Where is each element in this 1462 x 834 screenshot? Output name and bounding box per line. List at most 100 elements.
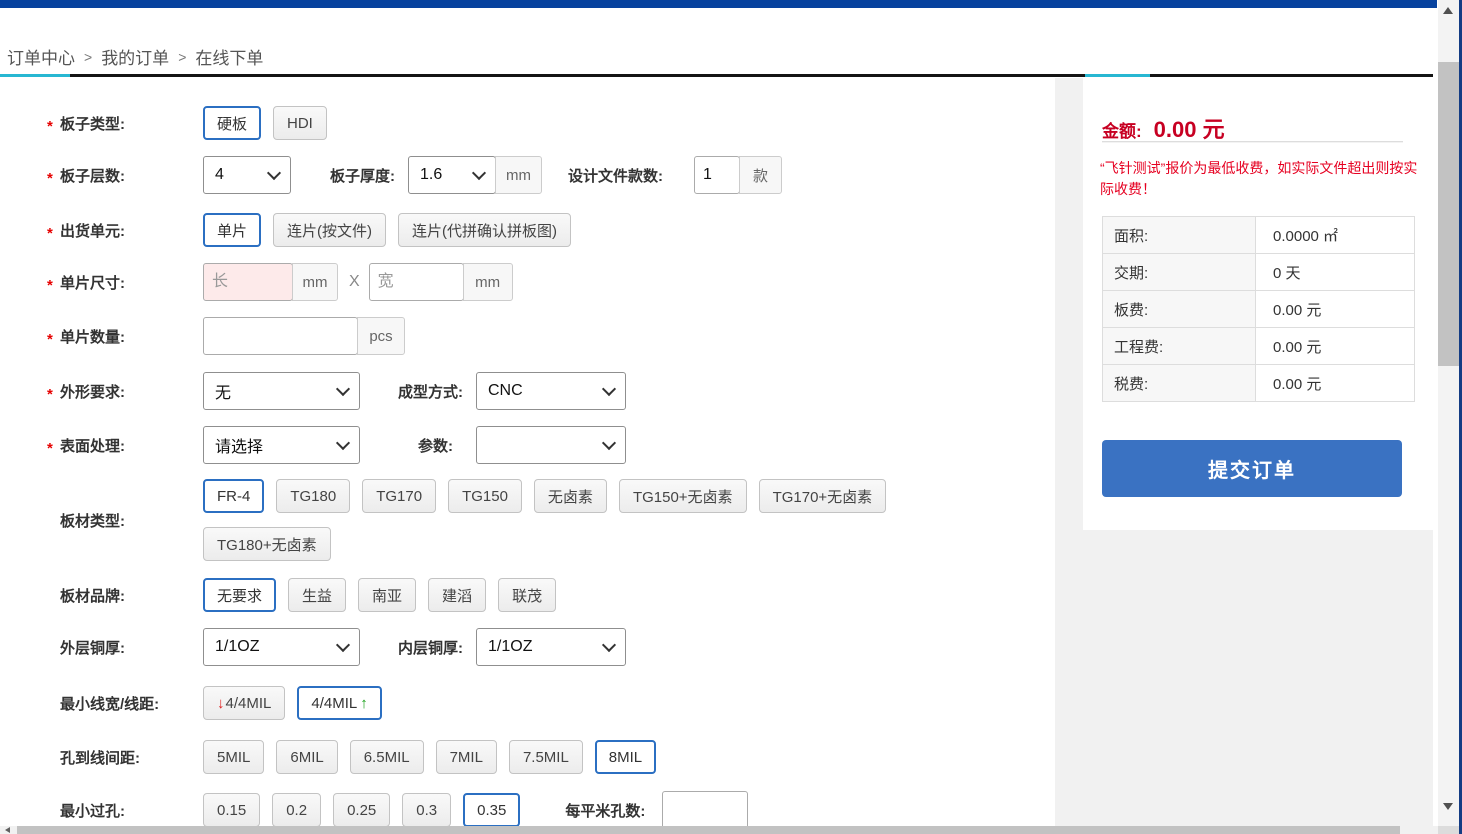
ship-unit-label: * 出货单元: <box>47 220 203 241</box>
min-via-option-025[interactable]: 0.25 <box>333 793 390 827</box>
required-marker: * <box>47 225 60 242</box>
row-surface: * 表面处理: 请选择 参数: <box>47 426 626 464</box>
material-type-option-tg180[interactable]: TG180 <box>276 479 350 513</box>
row-board-type: * 板子类型: 硬板 HDI <box>47 104 339 142</box>
min-trace-option-below[interactable]: ↓ 4/4MIL <box>203 686 285 720</box>
layers-select[interactable]: 4 <box>203 156 291 194</box>
material-type-option-tg170-halogen-free[interactable]: TG170+无卤素 <box>759 479 887 513</box>
row-piece-qty: * 单片数量: pcs <box>47 317 405 355</box>
material-type-label: * 板材类型: <box>47 510 203 531</box>
forming-select[interactable]: CNC <box>476 372 626 410</box>
required-marker: * <box>47 170 60 187</box>
piece-qty-unit: pcs <box>357 317 405 355</box>
piece-qty-label: * 单片数量: <box>47 326 203 347</box>
brand-option-shengyi[interactable]: 生益 <box>288 578 346 612</box>
thickness-label: 板子厚度: <box>330 165 395 186</box>
surface-label: * 表面处理: <box>47 435 203 456</box>
board-type-option-hdi[interactable]: HDI <box>273 106 327 140</box>
brand-option-nanya[interactable]: 南亚 <box>358 578 416 612</box>
brand-option-iteq[interactable]: 联茂 <box>498 578 556 612</box>
row-min-trace: * 最小线宽/线距: ↓ 4/4MIL 4/4MIL ↑ <box>47 684 394 722</box>
scroll-down-arrow-icon[interactable] <box>1443 803 1453 810</box>
chevron-down-icon <box>336 436 350 450</box>
min-via-option-035[interactable]: 0.35 <box>463 793 520 827</box>
material-type-option-tg170[interactable]: TG170 <box>362 479 436 513</box>
material-type-option-halogen-free[interactable]: 无卤素 <box>534 479 607 513</box>
hole-to-line-option-6mil[interactable]: 6MIL <box>276 740 337 774</box>
submit-order-button[interactable]: 提交订单 <box>1102 440 1402 497</box>
vertical-scrollbar[interactable] <box>1438 0 1459 826</box>
min-via-option-015[interactable]: 0.15 <box>203 793 260 827</box>
required-marker: * <box>47 331 60 348</box>
chevron-down-icon <box>336 638 350 652</box>
forming-label: 成型方式: <box>398 381 463 402</box>
design-file-count-unit: 款 <box>739 156 782 194</box>
inner-copper-select[interactable]: 1/1OZ <box>476 628 626 666</box>
surface-param-select[interactable] <box>476 426 626 464</box>
hole-to-line-option-7mil[interactable]: 7MIL <box>436 740 497 774</box>
breadcrumb-separator: > <box>84 49 92 65</box>
required-marker: * <box>47 277 60 294</box>
row-material-type-line2: TG180+无卤素 <box>203 525 343 563</box>
outline-select[interactable]: 无 <box>203 372 360 410</box>
outer-copper-label: * 外层铜厚: <box>47 637 203 658</box>
min-via-option-02[interactable]: 0.2 <box>272 793 321 827</box>
amount-label: 金额: <box>1102 117 1142 142</box>
table-row-board-fee: 板费: 0.00 元 <box>1103 291 1415 328</box>
active-tab-indicator-left <box>0 74 70 77</box>
vertical-scrollbar-thumb[interactable] <box>1438 62 1459 366</box>
hole-to-line-option-8mil[interactable]: 8MIL <box>595 740 656 774</box>
surface-param-label: 参数: <box>418 435 453 456</box>
table-row-leadtime: 交期: 0 天 <box>1103 254 1415 291</box>
piece-length-input[interactable] <box>203 263 293 301</box>
price-summary-table: 面积: 0.0000 ㎡ 交期: 0 天 板费: 0.00 元 工程费: 0.0… <box>1102 216 1415 402</box>
table-row-tax: 税费: 0.00 元 <box>1103 365 1415 402</box>
hole-to-line-option-6p5mil[interactable]: 6.5MIL <box>350 740 424 774</box>
min-via-option-03[interactable]: 0.3 <box>402 793 451 827</box>
material-type-option-fr4[interactable]: FR-4 <box>203 479 264 513</box>
scroll-left-arrow-icon[interactable] <box>5 827 10 833</box>
outer-copper-select[interactable]: 1/1OZ <box>203 628 360 666</box>
required-marker: * <box>47 118 60 135</box>
breadcrumb-online-order: 在线下单 <box>195 44 263 69</box>
row-copper: * 外层铜厚: 1/1OZ 内层铜厚: 1/1OZ <box>47 628 626 666</box>
surface-select[interactable]: 请选择 <box>203 426 360 464</box>
ship-unit-option-single[interactable]: 单片 <box>203 213 261 247</box>
hole-to-line-option-5mil[interactable]: 5MIL <box>203 740 264 774</box>
active-tab-indicator-right <box>1085 74 1150 77</box>
holes-per-sqm-input[interactable] <box>662 791 748 829</box>
breadcrumb-separator: > <box>178 49 186 65</box>
horizontal-scrollbar[interactable] <box>0 826 1438 834</box>
ship-unit-option-panel-confirm[interactable]: 连片(代拼确认拼板图) <box>398 213 571 247</box>
design-file-count-input[interactable] <box>694 156 740 194</box>
piece-width-input[interactable] <box>369 263 464 301</box>
hole-to-line-option-7p5mil[interactable]: 7.5MIL <box>509 740 583 774</box>
thickness-select[interactable]: 1.6 <box>408 156 496 194</box>
min-trace-label: * 最小线宽/线距: <box>47 693 203 714</box>
breadcrumb-order-center[interactable]: 订单中心 <box>7 44 75 69</box>
flying-probe-notice: “飞针测试”报价为最低收费，如实际文件超出则按实际收费！ <box>1100 158 1428 200</box>
breadcrumb-my-orders[interactable]: 我的订单 <box>101 44 169 69</box>
scroll-up-arrow-icon[interactable] <box>1443 7 1453 14</box>
design-file-count-label: 设计文件款数: <box>568 165 663 186</box>
material-type-option-tg150-halogen-free[interactable]: TG150+无卤素 <box>619 479 747 513</box>
amount-row: 金额: 0.00 元 <box>1102 112 1225 144</box>
amount-value: 0.00 元 <box>1154 112 1225 144</box>
amount-divider <box>1102 141 1403 143</box>
brand-option-any[interactable]: 无要求 <box>203 578 276 612</box>
chevron-down-icon <box>267 166 281 180</box>
board-type-option-rigid[interactable]: 硬板 <box>203 106 261 140</box>
material-type-option-tg180-halogen-free[interactable]: TG180+无卤素 <box>203 527 331 561</box>
arrow-down-icon: ↓ <box>217 695 225 712</box>
row-outline: * 外形要求: 无 成型方式: CNC <box>47 372 626 410</box>
ship-unit-option-panel-by-file[interactable]: 连片(按文件) <box>273 213 386 247</box>
piece-qty-input[interactable] <box>203 317 358 355</box>
horizontal-scrollbar-thumb[interactable] <box>17 826 1400 834</box>
material-type-label-wrap: * 板材类型: <box>47 477 203 563</box>
thickness-unit: mm <box>495 156 542 194</box>
material-type-option-tg150[interactable]: TG150 <box>448 479 522 513</box>
min-trace-option-above[interactable]: 4/4MIL ↑ <box>297 686 381 720</box>
piece-size-label: * 单片尺寸: <box>47 272 203 293</box>
min-via-label: * 最小过孔: <box>47 800 203 821</box>
brand-option-kingboard[interactable]: 建滔 <box>428 578 486 612</box>
